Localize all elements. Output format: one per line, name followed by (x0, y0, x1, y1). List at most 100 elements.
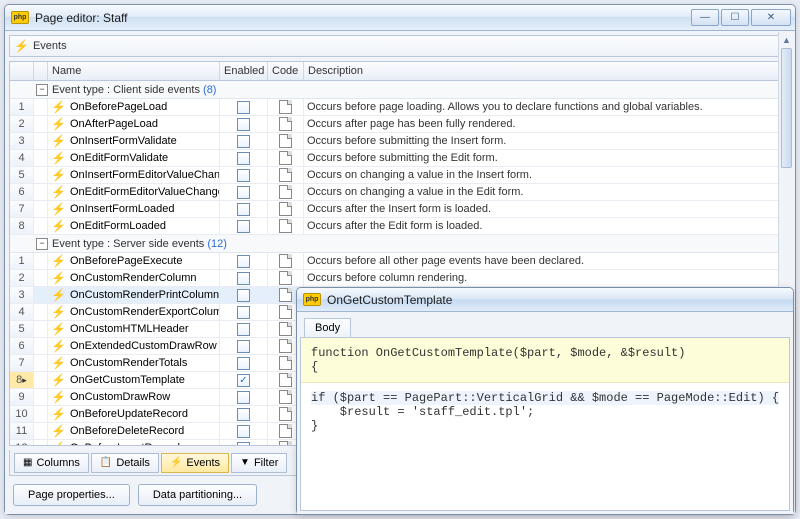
event-name[interactable]: ⚡OnEditFormLoaded (48, 218, 220, 234)
enabled-cell[interactable] (220, 440, 268, 445)
enabled-cell[interactable] (220, 423, 268, 439)
group-row[interactable]: −Event type : Client side events (8) (10, 81, 790, 99)
checkbox[interactable] (237, 272, 250, 285)
collapse-icon[interactable]: − (36, 84, 48, 96)
checkbox[interactable] (237, 306, 250, 319)
event-name[interactable]: ⚡OnExtendedCustomDrawRow (48, 338, 220, 354)
event-name[interactable]: ⚡OnBeforeDeleteRecord (48, 423, 220, 439)
checkbox[interactable] (237, 203, 250, 216)
minimize-button[interactable]: — (691, 9, 719, 26)
enabled-cell[interactable] (220, 133, 268, 149)
event-name[interactable]: ⚡OnInsertFormEditorValueChanged (48, 167, 220, 183)
collapse-icon[interactable]: − (36, 238, 48, 250)
code-cell[interactable] (268, 116, 304, 132)
event-name[interactable]: ⚡OnEditFormValidate (48, 150, 220, 166)
checkbox[interactable] (237, 289, 250, 302)
event-name[interactable]: ⚡OnCustomRenderTotals (48, 355, 220, 371)
code-cell[interactable] (268, 218, 304, 234)
checkbox[interactable] (237, 323, 250, 336)
checkbox[interactable]: ✓ (237, 374, 250, 387)
enabled-cell[interactable] (220, 270, 268, 286)
header-index[interactable] (10, 62, 34, 80)
code-cell[interactable] (268, 253, 304, 269)
code-cell[interactable] (268, 99, 304, 115)
event-name[interactable]: ⚡OnBeforePageExecute (48, 253, 220, 269)
code-cell[interactable] (268, 201, 304, 217)
event-name[interactable]: ⚡OnInsertFormValidate (48, 133, 220, 149)
enabled-cell[interactable] (220, 338, 268, 354)
header-name[interactable]: Name (48, 62, 220, 80)
event-row[interactable]: 1⚡OnBeforePageExecuteOccurs before all o… (10, 253, 790, 270)
enabled-cell[interactable] (220, 321, 268, 337)
event-row[interactable]: 1⚡OnBeforePageLoadOccurs before page loa… (10, 99, 790, 116)
event-row[interactable]: 2⚡OnAfterPageLoadOccurs after page has b… (10, 116, 790, 133)
event-name[interactable]: ⚡OnBeforeUpdateRecord (48, 406, 220, 422)
checkbox[interactable] (237, 255, 250, 268)
checkbox[interactable] (237, 340, 250, 353)
tab-events[interactable]: ⚡Events (161, 453, 229, 473)
header-code[interactable]: Code (268, 62, 304, 80)
event-name[interactable]: ⚡OnCustomRenderColumn (48, 270, 220, 286)
checkbox[interactable] (237, 357, 250, 370)
checkbox[interactable] (237, 408, 250, 421)
event-name[interactable]: ⚡OnAfterPageLoad (48, 116, 220, 132)
code-cell[interactable] (268, 167, 304, 183)
event-row[interactable]: 2⚡OnCustomRenderColumnOccurs before colu… (10, 270, 790, 287)
maximize-button[interactable]: ☐ (721, 9, 749, 26)
data-partitioning-button[interactable]: Data partitioning... (138, 484, 257, 506)
code-content[interactable]: if ($part == PagePart::VerticalGrid && $… (301, 383, 789, 441)
checkbox[interactable] (237, 186, 250, 199)
checkbox[interactable] (237, 135, 250, 148)
code-editor[interactable]: function OnGetCustomTemplate($part, $mod… (300, 337, 790, 511)
enabled-cell[interactable] (220, 150, 268, 166)
close-button[interactable]: ✕ (751, 9, 791, 26)
main-titlebar[interactable]: php Page editor: Staff — ☐ ✕ (5, 5, 795, 31)
event-name[interactable]: ⚡OnCustomDrawRow (48, 389, 220, 405)
checkbox[interactable] (237, 442, 250, 446)
header-description[interactable]: Description (304, 62, 790, 80)
event-name[interactable]: ⚡OnGetCustomTemplate (48, 372, 220, 388)
tab-filter[interactable]: ▼Filter (231, 453, 287, 473)
code-cell[interactable] (268, 150, 304, 166)
enabled-cell[interactable] (220, 406, 268, 422)
tab-body[interactable]: Body (304, 318, 351, 337)
code-cell[interactable] (268, 133, 304, 149)
code-cell[interactable] (268, 270, 304, 286)
group-row[interactable]: −Event type : Server side events (12) (10, 235, 790, 253)
editor-titlebar[interactable]: php OnGetCustomTemplate (297, 288, 793, 312)
checkbox[interactable] (237, 169, 250, 182)
enabled-cell[interactable] (220, 218, 268, 234)
tab-details[interactable]: 📋Details (91, 453, 159, 473)
enabled-cell[interactable] (220, 116, 268, 132)
checkbox[interactable] (237, 152, 250, 165)
event-row[interactable]: 7⚡OnInsertFormLoadedOccurs after the Ins… (10, 201, 790, 218)
event-row[interactable]: 4⚡OnEditFormValidateOccurs before submit… (10, 150, 790, 167)
page-properties-button[interactable]: Page properties... (13, 484, 130, 506)
enabled-cell[interactable] (220, 201, 268, 217)
event-name[interactable]: ⚡OnCustomRenderExportColumn (48, 304, 220, 320)
enabled-cell[interactable] (220, 304, 268, 320)
event-name[interactable]: ⚡OnEditFormEditorValueChanged (48, 184, 220, 200)
event-name[interactable]: ⚡OnBeforePageLoad (48, 99, 220, 115)
header-expand[interactable] (34, 62, 48, 80)
scroll-thumb[interactable] (781, 61, 791, 168)
checkbox[interactable] (237, 220, 250, 233)
enabled-cell[interactable] (220, 253, 268, 269)
event-name[interactable]: ⚡OnInsertFormLoaded (48, 201, 220, 217)
event-name[interactable]: ⚡OnBeforeInsertRecord (48, 440, 220, 445)
checkbox[interactable] (237, 101, 250, 114)
enabled-cell[interactable] (220, 167, 268, 183)
event-row[interactable]: 3⚡OnInsertFormValidateOccurs before subm… (10, 133, 790, 150)
code-cell[interactable] (268, 184, 304, 200)
enabled-cell[interactable] (220, 287, 268, 303)
enabled-cell[interactable] (220, 184, 268, 200)
enabled-cell[interactable]: ✓ (220, 372, 268, 388)
event-name[interactable]: ⚡OnCustomHTMLHeader (48, 321, 220, 337)
event-row[interactable]: 6⚡OnEditFormEditorValueChangedOccurs on … (10, 184, 790, 201)
event-row[interactable]: 5⚡OnInsertFormEditorValueChangedOccurs o… (10, 167, 790, 184)
tab-columns[interactable]: ▦Columns (14, 453, 89, 473)
header-enabled[interactable]: Enabled (220, 62, 268, 80)
checkbox[interactable] (237, 425, 250, 438)
checkbox[interactable] (237, 118, 250, 131)
event-row[interactable]: 8⚡OnEditFormLoadedOccurs after the Edit … (10, 218, 790, 235)
